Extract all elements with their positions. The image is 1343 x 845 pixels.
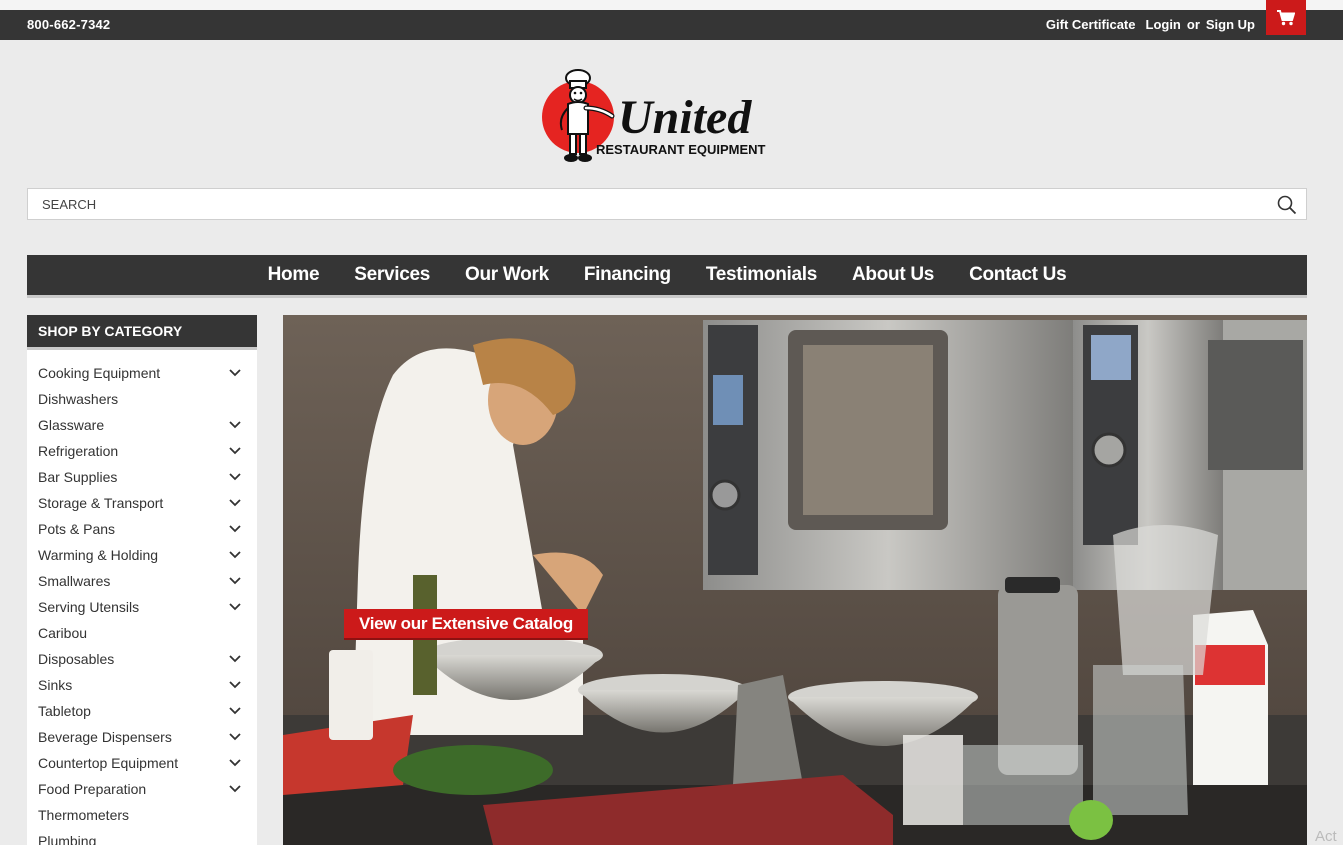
chevron-down-icon[interactable]	[229, 681, 241, 689]
category-sidebar: SHOP BY CATEGORY Cooking Equipment Dishwa…	[27, 315, 257, 845]
category-label: Cooking Equipment	[38, 365, 161, 381]
nav-financing[interactable]: Financing	[566, 264, 688, 286]
category-item[interactable]: Disposables	[27, 646, 257, 672]
main-nav: Home Services Our Work Financing Testimo…	[27, 255, 1307, 298]
nav-testimonials[interactable]: Testimonials	[688, 264, 834, 286]
corner-watermark-text: Act	[1315, 828, 1337, 845]
nav-contact-us[interactable]: Contact Us	[952, 264, 1084, 286]
chevron-down-icon[interactable]	[229, 603, 241, 611]
category-label: Plumbing	[38, 833, 97, 845]
chevron-down-icon[interactable]	[229, 551, 241, 559]
category-label: Tabletop	[38, 703, 91, 719]
logo-brand: United	[618, 91, 752, 144]
cart-button[interactable]	[1266, 0, 1306, 35]
category-label: Bar Supplies	[38, 469, 118, 485]
account-links: Gift Certificate Login or Sign Up	[1046, 17, 1255, 32]
category-label: Warming & Holding	[38, 547, 159, 563]
view-catalog-button[interactable]: View our Extensive Catalog	[344, 609, 588, 640]
category-label: Dishwashers	[38, 391, 119, 407]
chevron-down-icon[interactable]	[229, 369, 241, 377]
category-label: Disposables	[38, 651, 115, 667]
category-item[interactable]: Thermometers	[27, 802, 257, 828]
category-item[interactable]: Plumbing	[27, 828, 257, 845]
chevron-down-icon[interactable]	[229, 447, 241, 455]
category-label: Beverage Dispensers	[38, 729, 172, 745]
login-link[interactable]: Login	[1146, 17, 1181, 32]
chevron-down-icon[interactable]	[229, 473, 241, 481]
logo-tagline: RESTAURANT EQUIPMENT	[596, 142, 766, 157]
chevron-down-icon[interactable]	[229, 525, 241, 533]
search-bar	[27, 188, 1307, 220]
category-item[interactable]: Glassware	[27, 412, 257, 438]
category-item[interactable]: Storage & Transport	[27, 490, 257, 516]
category-list: Cooking Equipment Dishwashers Glassware Ref…	[27, 350, 257, 845]
chevron-down-icon[interactable]	[229, 499, 241, 507]
hero-banner[interactable]	[283, 315, 1307, 845]
category-label: Food Preparation	[38, 781, 147, 797]
gift-certificate-link[interactable]: Gift Certificate	[1046, 17, 1136, 32]
chevron-down-icon[interactable]	[229, 707, 241, 715]
logo-chef-icon: United RESTAURANT EQUIPMENT	[542, 69, 766, 162]
category-item[interactable]: Bar Supplies	[27, 464, 257, 490]
category-item[interactable]: Dishwashers	[27, 386, 257, 412]
category-label: Smallwares	[38, 573, 111, 589]
chevron-down-icon[interactable]	[229, 733, 241, 741]
chevron-down-icon[interactable]	[229, 577, 241, 585]
category-label: Sinks	[38, 677, 73, 693]
category-item[interactable]: Sinks	[27, 672, 257, 698]
chevron-down-icon[interactable]	[229, 655, 241, 663]
nav-home[interactable]: Home	[250, 264, 337, 286]
category-label: Storage & Transport	[38, 495, 164, 511]
search-icon[interactable]	[1277, 195, 1297, 215]
category-label: Serving Utensils	[38, 599, 140, 615]
category-item[interactable]: Pots & Pans	[27, 516, 257, 542]
category-label: Refrigeration	[38, 443, 119, 459]
chevron-down-icon[interactable]	[229, 785, 241, 793]
search-input[interactable]	[28, 189, 1268, 219]
top-strip	[0, 0, 1343, 10]
nav-our-work[interactable]: Our Work	[448, 264, 567, 286]
category-item[interactable]: Refrigeration	[27, 438, 257, 464]
cart-icon	[1277, 9, 1295, 25]
category-item[interactable]: Beverage Dispensers	[27, 724, 257, 750]
phone-number[interactable]: 800-662-7342	[27, 17, 110, 32]
category-item[interactable]: Caribou	[27, 620, 257, 646]
nav-about-us[interactable]: About Us	[835, 264, 952, 286]
category-label: Glassware	[38, 417, 105, 433]
category-label: Caribou	[38, 625, 88, 641]
category-label: Thermometers	[38, 807, 130, 823]
chevron-down-icon[interactable]	[229, 421, 241, 429]
or-separator: or	[1186, 17, 1200, 32]
category-item[interactable]: Warming & Holding	[27, 542, 257, 568]
top-bar: 800-662-7342 Gift Certificate Login or S…	[0, 10, 1343, 40]
sidebar-title: SHOP BY CATEGORY	[27, 315, 257, 350]
category-label: Countertop Equipment	[38, 755, 179, 771]
category-label: Pots & Pans	[38, 521, 116, 537]
category-item[interactable]: Countertop Equipment	[27, 750, 257, 776]
category-item[interactable]: Serving Utensils	[27, 594, 257, 620]
category-item[interactable]: Food Preparation	[27, 776, 257, 802]
category-item[interactable]: Tabletop	[27, 698, 257, 724]
chevron-down-icon[interactable]	[229, 759, 241, 767]
nav-services[interactable]: Services	[337, 264, 448, 286]
sign-up-link[interactable]: Sign Up	[1206, 17, 1255, 32]
site-logo[interactable]: United RESTAURANT EQUIPMENT	[540, 68, 796, 166]
hero-kitchen-image	[283, 315, 1307, 845]
category-item[interactable]: Cooking Equipment	[27, 360, 257, 386]
category-item[interactable]: Smallwares	[27, 568, 257, 594]
